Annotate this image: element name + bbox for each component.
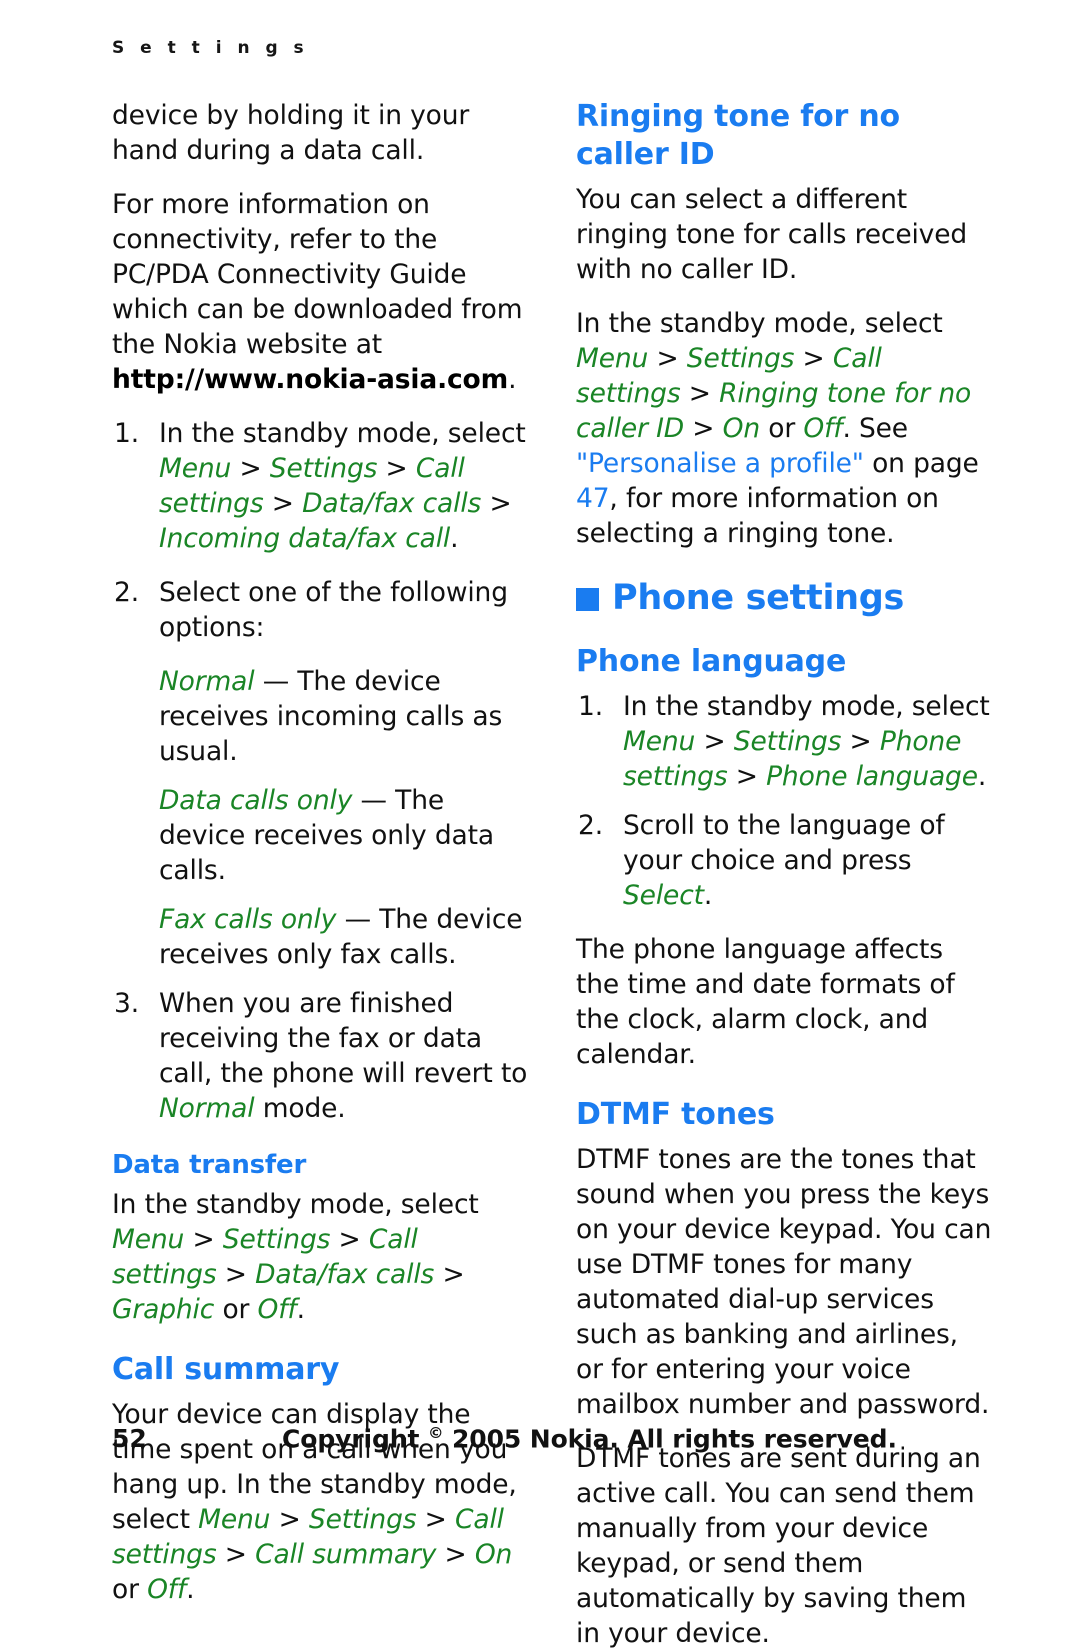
menu-path-on: On bbox=[474, 1539, 513, 1570]
option-term-fax-calls-only: Fax calls only bbox=[159, 904, 337, 935]
step-text-b: . bbox=[703, 880, 713, 911]
paragraph-ringing-intro: You can select a different ringing tone … bbox=[576, 184, 968, 285]
menu-path-period: . bbox=[296, 1294, 305, 1325]
options-step-list: 2. Select one of the following options: bbox=[112, 575, 528, 645]
connectivity-text-post: . bbox=[508, 364, 517, 395]
heading-phone-language: Phone language bbox=[576, 644, 847, 679]
menu-path-menu: Menu bbox=[576, 343, 649, 374]
step-text-b: mode. bbox=[254, 1093, 346, 1124]
step-item-2: 2. Scroll to the language of your choice … bbox=[576, 808, 992, 913]
heading-dtmf-tones: DTMF tones bbox=[576, 1097, 775, 1132]
step-number: 1. bbox=[578, 691, 603, 722]
step-text-a: When you are finished receiving the fax … bbox=[159, 988, 528, 1089]
footer-page-number: 52 bbox=[112, 1424, 147, 1453]
heading-phone-settings-label: Phone settings bbox=[612, 578, 905, 618]
menu-path-settings: Settings bbox=[269, 453, 378, 484]
menu-path-settings: Settings bbox=[686, 343, 795, 374]
data-transfer-lead: In the standby mode, select bbox=[112, 1189, 479, 1220]
menu-path-off: Off bbox=[147, 1574, 187, 1605]
running-header: S e t t i n g s bbox=[112, 38, 309, 58]
menu-path-data-fax-calls: Data/fax calls bbox=[255, 1259, 435, 1290]
menu-path-period: . bbox=[450, 523, 459, 554]
connectivity-text-pre: For more information on connectivity, re… bbox=[112, 189, 523, 360]
manual-page: S e t t i n g s device by holding it in … bbox=[0, 0, 1080, 1649]
step-text: In the standby mode, select bbox=[159, 418, 526, 449]
paragraph-data-transfer: In the standby mode, select Menu > Setti… bbox=[112, 1189, 479, 1325]
term-normal: Normal bbox=[159, 1093, 255, 1124]
menu-path-period: . bbox=[186, 1574, 195, 1605]
data-fax-steps-list: 1. In the standby mode, select Menu > Set… bbox=[112, 416, 528, 556]
paragraph-continued: device by holding it in your hand during… bbox=[112, 100, 470, 166]
menu-path-menu: Menu bbox=[198, 1504, 271, 1535]
menu-path-menu: Menu bbox=[623, 726, 696, 757]
menu-path-phone-language: Phone language bbox=[766, 761, 978, 792]
copyright-symbol: © bbox=[427, 1424, 444, 1442]
finish-step-list: 3. When you are finished receiving the fa… bbox=[112, 986, 528, 1126]
right-column: Ringing tone for no caller ID You can se… bbox=[576, 98, 992, 1651]
menu-path-settings: Settings bbox=[222, 1224, 331, 1255]
heading-ringing-tone-no-caller-id: Ringing tone for no caller ID bbox=[576, 99, 900, 172]
paragraph-ringing-path: In the standby mode, select Menu > Setti… bbox=[576, 308, 979, 549]
step-number: 3. bbox=[114, 988, 139, 1019]
step-item-1: 1. In the standby mode, select Menu > Set… bbox=[578, 691, 990, 792]
copyright-pre: Copyright bbox=[282, 1424, 428, 1454]
left-column: device by holding it in your hand during… bbox=[112, 98, 528, 1651]
menu-path-or: or bbox=[112, 1574, 148, 1605]
nokia-asia-url: http://www.nokia-asia.com bbox=[112, 364, 509, 395]
step-text-a: Scroll to the language of your choice an… bbox=[623, 810, 945, 876]
menu-path-or: or bbox=[760, 413, 804, 444]
menu-path-data-fax-calls: Data/fax calls bbox=[302, 488, 482, 519]
square-bullet-icon bbox=[576, 587, 599, 611]
paragraph-dtmf-2: DTMF tones are sent during an active cal… bbox=[576, 1443, 981, 1649]
paragraph-dtmf-1: DTMF tones are the tones that sound when… bbox=[576, 1144, 992, 1420]
option-term-data-calls-only: Data calls only bbox=[159, 785, 353, 816]
option-fax-calls-only: Fax calls only — The device receives onl… bbox=[112, 902, 528, 972]
cross-reference-tail: , for more information on selecting a ri… bbox=[576, 483, 939, 549]
option-term-normal: Normal bbox=[159, 666, 255, 697]
step-item-2: 2. Select one of the following options: bbox=[112, 575, 528, 645]
heading-data-transfer: Data transfer bbox=[112, 1150, 307, 1180]
menu-path-settings: Settings bbox=[308, 1504, 417, 1535]
paragraph-phone-language-note: The phone language affects the time and … bbox=[576, 934, 955, 1070]
menu-path-off: Off bbox=[257, 1294, 297, 1325]
menu-path-period: . bbox=[977, 761, 987, 792]
step-item-1: 1. In the standby mode, select Menu > Set… bbox=[114, 418, 526, 554]
copyright-post: 2005 Nokia. All rights reserved. bbox=[443, 1424, 897, 1454]
step-text: In the standby mode, select bbox=[623, 691, 990, 722]
option-data-calls-only: Data calls only — The device receives on… bbox=[112, 783, 528, 888]
menu-path-or: or bbox=[214, 1294, 258, 1325]
footer-copyright: Copyright © 2005 Nokia. All rights reser… bbox=[282, 1424, 897, 1453]
step-number: 2. bbox=[578, 810, 603, 841]
menu-path-graphic: Graphic bbox=[112, 1294, 215, 1325]
cross-reference-title[interactable]: "Personalise a profile" bbox=[576, 448, 864, 479]
menu-path-menu: Menu bbox=[112, 1224, 185, 1255]
menu-path-settings: Settings bbox=[733, 726, 842, 757]
heading-call-summary: Call summary bbox=[112, 1352, 340, 1387]
phone-language-steps-list: 1. In the standby mode, select Menu > Set… bbox=[576, 689, 992, 913]
cross-reference-onpage: on page bbox=[863, 448, 979, 479]
two-column-body: device by holding it in your hand during… bbox=[112, 98, 992, 1651]
term-select: Select bbox=[623, 880, 704, 911]
step-number: 2. bbox=[114, 577, 139, 608]
menu-path-menu: Menu bbox=[159, 453, 232, 484]
step-number: 1. bbox=[114, 418, 139, 449]
cross-reference-page-number[interactable]: 47 bbox=[576, 483, 610, 514]
menu-path-call-summary: Call summary bbox=[255, 1539, 437, 1570]
menu-path-incoming-data-fax-call: Incoming data/fax call bbox=[159, 523, 451, 554]
step-text: Select one of the following options: bbox=[159, 577, 508, 643]
option-normal: Normal — The device receives incoming ca… bbox=[112, 664, 528, 769]
ringing-lead: In the standby mode, select bbox=[576, 308, 943, 339]
paragraph-connectivity: For more information on connectivity, re… bbox=[112, 187, 528, 397]
menu-path-see: . See bbox=[842, 413, 908, 444]
menu-path-on: On bbox=[722, 413, 761, 444]
menu-path-off: Off bbox=[803, 413, 843, 444]
step-item-3: 3. When you are finished receiving the fa… bbox=[112, 986, 528, 1126]
heading-phone-settings: Phone settings bbox=[576, 577, 992, 619]
